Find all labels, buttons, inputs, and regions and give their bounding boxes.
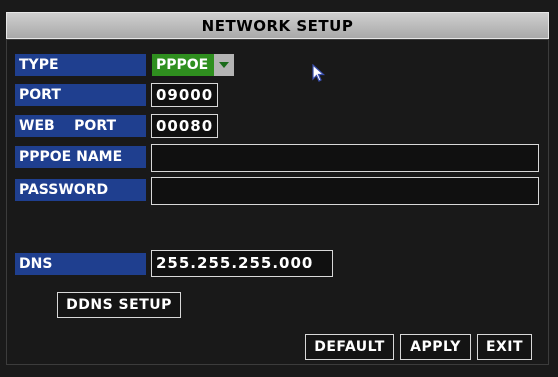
web-port-label: WEB PORT xyxy=(15,115,146,137)
ddns-setup-button[interactable]: DDNS SETUP xyxy=(57,292,181,318)
port-label: PORT xyxy=(15,84,146,106)
password-input[interactable] xyxy=(151,177,539,205)
apply-button[interactable]: APPLY xyxy=(400,334,471,360)
mouse-pointer-icon xyxy=(312,63,326,82)
network-setup-screen: NETWORK SETUP TYPE PPPOE PORT 09000 WEB … xyxy=(0,0,558,377)
pppoe-name-input[interactable] xyxy=(151,144,539,172)
type-select-value[interactable]: PPPOE xyxy=(152,54,215,76)
type-label: TYPE xyxy=(15,54,146,76)
type-select[interactable]: PPPOE xyxy=(152,54,235,76)
exit-button[interactable]: EXIT xyxy=(477,334,532,360)
default-button[interactable]: DEFAULT xyxy=(305,334,394,360)
chevron-down-icon[interactable] xyxy=(214,54,235,76)
dialog-title: NETWORK SETUP xyxy=(6,12,549,39)
dialog-title-text: NETWORK SETUP xyxy=(201,16,354,35)
password-label: PASSWORD xyxy=(15,179,146,201)
port-input[interactable]: 09000 xyxy=(151,83,218,107)
pppoe-name-label: PPPOE NAME xyxy=(15,146,146,168)
dns-label: DNS xyxy=(15,253,146,275)
web-port-input[interactable]: 00080 xyxy=(151,114,218,138)
dns-input[interactable]: 255.255.255.000 xyxy=(151,250,333,277)
